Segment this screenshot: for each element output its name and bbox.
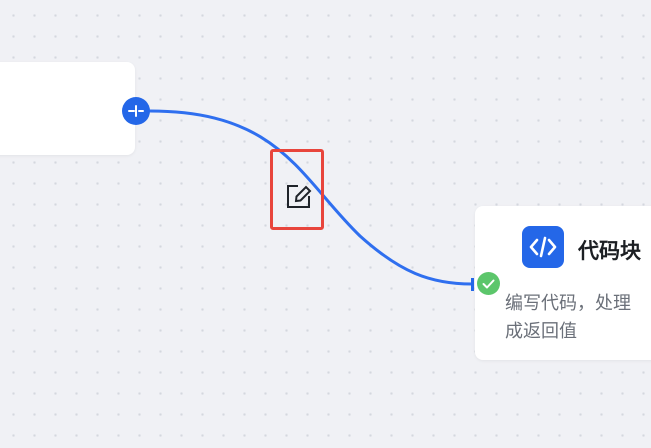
workflow-canvas[interactable]: 代码块 编写代码，处理 成返回值	[0, 0, 651, 448]
node-description: 编写代码，处理 成返回值	[505, 293, 631, 342]
success-check-icon	[477, 272, 500, 295]
output-port[interactable]	[122, 97, 150, 125]
port-connector-icon	[128, 105, 144, 117]
edit-square-icon[interactable]	[282, 181, 314, 213]
input-port[interactable]	[471, 278, 474, 291]
code-brackets-icon	[522, 226, 564, 268]
code-node[interactable]: 代码块 编写代码，处理 成返回值	[475, 206, 651, 360]
node-title: 代码块	[578, 239, 641, 263]
